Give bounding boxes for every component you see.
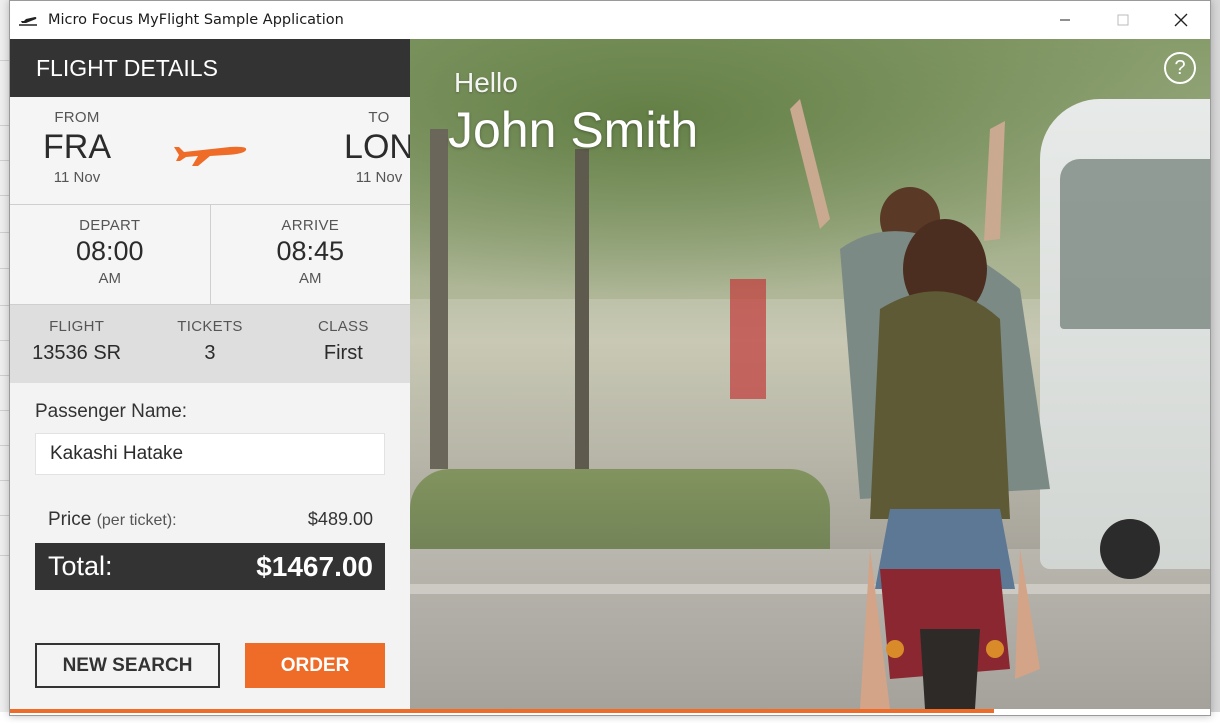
depart-label: DEPART [79, 217, 141, 234]
from-label: FROM [54, 109, 100, 126]
order-button[interactable]: ORDER [245, 643, 385, 688]
tickets-cell: TICKETS 3 [143, 305, 276, 383]
class-cell: CLASS First [277, 305, 410, 383]
title-bar[interactable]: Micro Focus MyFlight Sample Application [10, 1, 1210, 39]
flight-details-panel: FLIGHT DETAILS FROM FRA 11 Nov TO LON 11… [10, 39, 414, 715]
panel-header: FLIGHT DETAILS [10, 39, 410, 97]
maximize-button[interactable] [1094, 1, 1152, 39]
scooter-riders-illustration [790, 99, 1050, 709]
depart-time: 08:00 [75, 236, 144, 266]
app-window: Micro Focus MyFlight Sample Application … [9, 0, 1211, 716]
arrive-cell: ARRIVE 08:45 AM [209, 205, 411, 304]
window-title: Micro Focus MyFlight Sample Application [48, 12, 344, 28]
help-icon[interactable]: ? [1164, 52, 1196, 84]
depart-cell: DEPART 08:00 AM [10, 205, 210, 304]
flight-cell: FLIGHT 13536 SR [10, 305, 143, 383]
greeting: Hello [454, 67, 518, 98]
progress-fill [10, 709, 994, 713]
price-sublabel: (per ticket): [96, 512, 177, 529]
total-bar: Total: $1467.00 [35, 543, 385, 590]
flight-label: FLIGHT [49, 318, 105, 335]
origin-date: 11 Nov [53, 169, 101, 186]
total-value: $1467.00 [256, 550, 373, 582]
class-value: First [323, 342, 363, 364]
minimize-button[interactable] [1036, 1, 1094, 39]
close-button[interactable] [1152, 1, 1210, 39]
airplane-icon [174, 146, 247, 166]
close-icon [1174, 13, 1188, 27]
passenger-section: Passenger Name: Kakashi Hatake [10, 383, 410, 475]
airplane-app-icon [16, 8, 40, 32]
tickets-count: 3 [204, 342, 216, 364]
times-section: DEPART 08:00 AM ARRIVE 08:45 AM [10, 205, 410, 305]
passenger-name-input[interactable]: Kakashi Hatake [35, 433, 385, 475]
class-label: CLASS [317, 318, 369, 335]
maximize-icon [1117, 14, 1129, 26]
price-row: Price (per ticket): $489.00 [48, 509, 373, 531]
arrive-label: ARRIVE [281, 217, 340, 234]
total-label: Total: [48, 551, 113, 581]
flight-number: 13536 SR [32, 342, 122, 364]
passenger-name-label: Passenger Name: [35, 401, 188, 422]
route-section: FROM FRA 11 Nov TO LON 11 Nov [10, 97, 414, 205]
new-search-button[interactable]: NEW SEARCH [35, 643, 220, 688]
user-name: John Smith [448, 102, 699, 158]
origin: FROM FRA 11 Nov [22, 109, 132, 186]
minimize-icon [1060, 19, 1070, 21]
origin-code: FRA [43, 128, 111, 166]
depart-ampm: AM [98, 270, 122, 287]
arrive-time: 08:45 [276, 236, 345, 266]
arrive-ampm: AM [299, 270, 322, 287]
tickets-label: TICKETS [177, 318, 243, 335]
price-label: Price [48, 509, 92, 530]
flight-info-section: FLIGHT 13536 SR TICKETS 3 CLASS First [10, 305, 410, 383]
hero-image: Hello John Smith ? [410, 39, 1210, 709]
progress-bar [10, 709, 1210, 715]
price-value: $489.00 [307, 509, 373, 529]
